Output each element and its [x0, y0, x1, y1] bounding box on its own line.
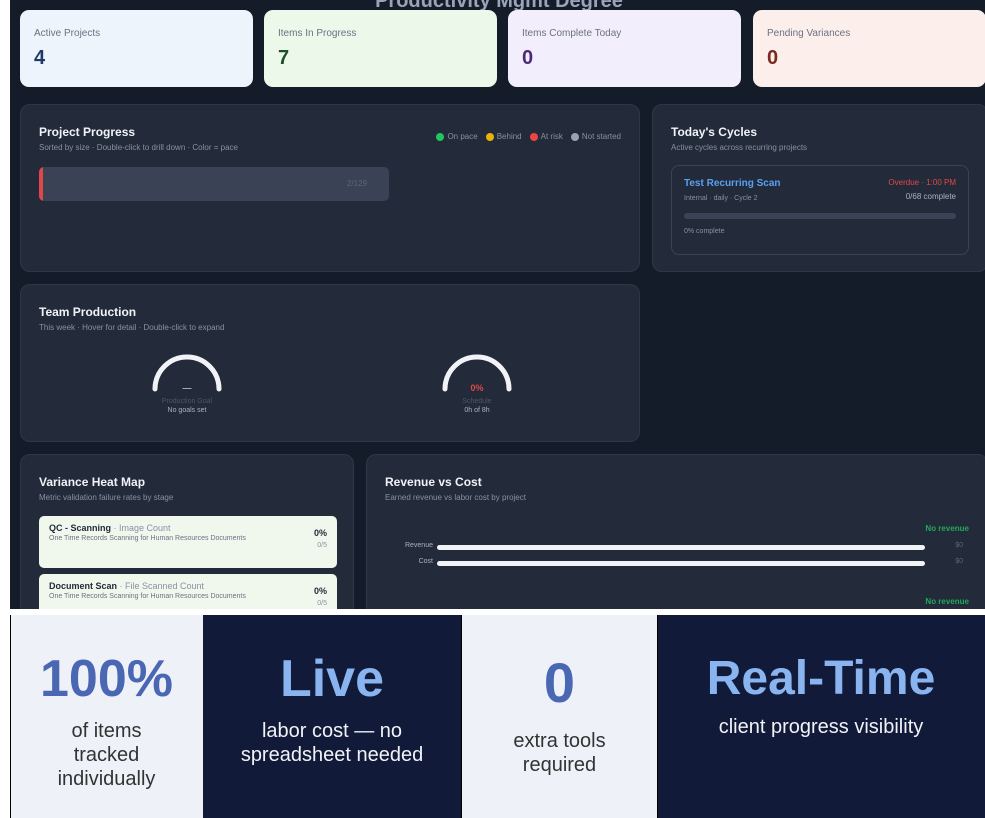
stat-label: Items In Progress — [278, 28, 357, 39]
panel-subtitle: Earned revenue vs labor cost by project — [385, 493, 526, 502]
variance-percent: 0% — [313, 528, 327, 538]
cycle-progress-track — [684, 213, 956, 219]
legend-label: On pace — [447, 132, 478, 141]
variance-metric: · File Scanned Count — [117, 581, 205, 591]
dashboard-screenshot: Productivity Mgmt Degree Active Projects… — [10, 0, 985, 609]
project-progress-panel: Project Progress Sorted by size · Double… — [20, 104, 640, 272]
bar-label: Cost — [418, 558, 433, 565]
stat-card-active-projects[interactable]: Active Projects 4 — [20, 10, 253, 87]
stat-value: 4 — [34, 47, 46, 69]
cost-bar-row[interactable]: Cost $0 — [385, 558, 969, 568]
variance-metric: · Image Count — [111, 523, 171, 533]
variance-description: One Time Records Scanning for Human Reso… — [49, 593, 246, 600]
stat-value: 0 — [522, 47, 534, 69]
legend-item-at-risk: At risk — [529, 132, 563, 141]
stat-card-items-complete-today[interactable]: Items Complete Today 0 — [508, 10, 741, 87]
stat-label: Pending Variances — [767, 28, 851, 39]
no-revenue-label: No revenue — [925, 524, 969, 533]
not-started-dot-icon — [570, 132, 579, 141]
schedule-gauge[interactable]: 0% Schedule 0h of 8h — [427, 351, 527, 414]
variance-row[interactable]: Document Scan · File Scanned Count One T… — [39, 574, 337, 609]
tile-divider — [461, 615, 462, 818]
panel-title: Today's Cycles — [671, 125, 758, 139]
bar-value: $0 — [955, 542, 963, 549]
team-production-panel: Team Production This week · Hover for de… — [20, 284, 640, 442]
stat-value: 7 — [278, 47, 290, 69]
revenue-bar-row[interactable]: Revenue $0 — [385, 542, 969, 552]
stat-tile-live-labor-cost: Live labor cost — no spreadsheet needed — [203, 615, 461, 818]
todays-cycles-panel: Today's Cycles Active cycles across recu… — [652, 104, 985, 272]
panel-title: Variance Heat Map — [39, 475, 146, 489]
tile-divider — [657, 615, 658, 818]
variance-percent: 0% — [313, 586, 327, 596]
gauge-subtext: No goals set — [167, 407, 207, 414]
panel-title: Team Production — [39, 305, 137, 319]
variance-description: One Time Records Scanning for Human Reso… — [49, 535, 246, 542]
gauge-label: Schedule — [462, 398, 492, 405]
cycle-percent: 0% complete — [684, 228, 725, 235]
legend-item-not-started: Not started — [570, 132, 621, 141]
panel-subtitle: Sorted by size · Double-click to drill d… — [39, 143, 238, 152]
cycle-count: 0/68 complete — [905, 192, 956, 201]
legend-label: Not started — [581, 132, 621, 141]
variance-fraction: 0/5 — [317, 600, 327, 607]
behind-dot-icon — [485, 132, 494, 141]
panel-subtitle: Active cycles across recurring projects — [671, 143, 808, 152]
panel-subtitle: This week · Hover for detail · Double-cl… — [39, 323, 225, 332]
legend-label: Behind — [496, 132, 522, 141]
progress-fill — [39, 167, 43, 201]
cost-bar — [437, 561, 925, 566]
tile-big-value: Live — [279, 650, 385, 708]
stat-label: Items Complete Today — [522, 28, 622, 39]
gauge-value: 0% — [470, 383, 484, 393]
gauge-label: Production Goal — [161, 398, 213, 405]
gauge-subtext: 0h of 8h — [464, 407, 490, 414]
stat-value: 0 — [767, 47, 779, 69]
tile-divider — [10, 615, 11, 818]
overdue-label: Overdue · 1:00 PM — [888, 178, 956, 187]
legend-item-on-pace: On pace — [436, 132, 478, 141]
project-progress-bar[interactable]: 2/129 — [39, 167, 389, 201]
tile-caption: extra tools required — [513, 730, 606, 776]
tile-caption: client progress visibility — [718, 716, 924, 738]
stat-tile-extra-tools: 0 extra tools required — [462, 615, 657, 818]
revenue-vs-cost-panel: Revenue vs Cost Earned revenue vs labor … — [366, 454, 985, 609]
at-risk-dot-icon — [529, 132, 538, 141]
production-goal-gauge[interactable]: — Production Goal No goals set — [137, 351, 237, 414]
stat-tile-real-time: Real-Time client progress visibility — [657, 615, 985, 818]
pace-legend: On pace Behind At risk Not started — [436, 132, 621, 141]
revenue-bar — [437, 545, 925, 550]
no-revenue-label: No revenue — [925, 597, 969, 606]
legend-label: At risk — [540, 132, 563, 141]
variance-stage: Document Scan — [49, 581, 118, 591]
legend-item-behind: Behind — [485, 132, 522, 141]
panel-title: Revenue vs Cost — [385, 475, 482, 489]
panel-subtitle: Metric validation failure rates by stage — [39, 493, 174, 502]
stat-card-items-in-progress[interactable]: Items In Progress 7 — [264, 10, 497, 87]
variance-stage: QC - Scanning — [49, 523, 112, 533]
cycle-card[interactable]: Test Recurring Scan Overdue · 1:00 PM In… — [671, 165, 969, 255]
variance-heat-map-panel: Variance Heat Map Metric validation fail… — [20, 454, 354, 609]
on-pace-dot-icon — [436, 132, 445, 141]
variance-fraction: 0/5 — [317, 542, 327, 549]
tile-big-value: Real-Time — [706, 652, 936, 705]
stat-tile-items-tracked: 100% of items tracked individually — [10, 615, 203, 818]
tile-caption: of items tracked individually — [57, 720, 156, 790]
stat-card-pending-variances[interactable]: Pending Variances 0 — [753, 10, 985, 87]
progress-count: 2/129 — [346, 179, 367, 188]
tile-big-value: 100% — [40, 650, 173, 708]
bar-value: $0 — [955, 558, 963, 565]
tile-caption: labor cost — no spreadsheet needed — [240, 720, 424, 766]
bar-label: Revenue — [404, 542, 433, 549]
gauge-value: — — [182, 383, 192, 393]
tile-big-value: 0 — [543, 651, 576, 714]
variance-row[interactable]: QC - Scanning · Image Count One Time Rec… — [39, 516, 337, 568]
stat-label: Active Projects — [34, 28, 101, 39]
